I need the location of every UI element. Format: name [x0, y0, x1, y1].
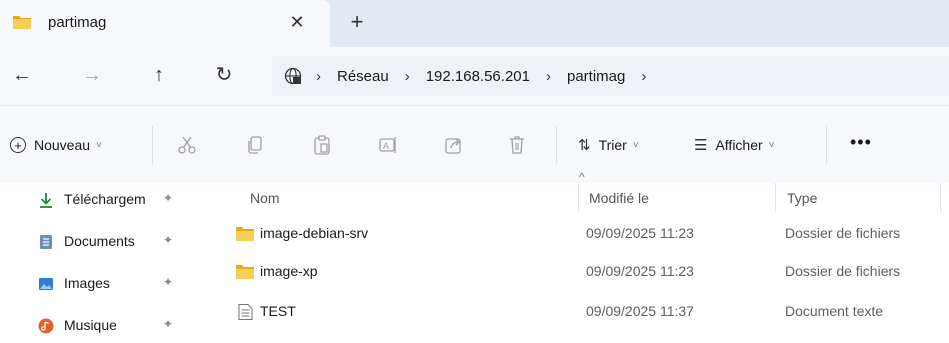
column-header-modified[interactable]: Modifié le: [589, 183, 649, 218]
new-button-label: Nouveau: [34, 137, 91, 153]
table-row[interactable]: image-debian-srv 09/09/2025 11:23 Dossie…: [205, 217, 949, 251]
breadcrumb-separator[interactable]: ›: [316, 68, 321, 85]
new-button[interactable]: + Nouveau ˅: [10, 133, 102, 157]
column-divider[interactable]: [940, 183, 941, 213]
download-icon: [40, 193, 52, 208]
close-tab-icon[interactable]: ✕: [284, 9, 310, 35]
share-icon[interactable]: [443, 134, 465, 156]
svg-text:A: A: [383, 141, 389, 151]
new-tab-button[interactable]: +: [343, 9, 371, 37]
file-type: Document texte: [785, 303, 884, 319]
file-modified: 09/09/2025 11:23: [586, 263, 694, 279]
back-arrow-icon[interactable]: ←: [8, 61, 36, 89]
breadcrumb: › Réseau › 192.168.56.201 › partimag ›: [316, 56, 662, 96]
pin-icon[interactable]: ✦: [163, 275, 173, 289]
folder-icon: [236, 227, 254, 241]
text-file-icon: [238, 304, 253, 320]
forward-arrow-icon[interactable]: →: [78, 61, 106, 89]
sidebar-item-images[interactable]: Images ✦: [0, 267, 205, 301]
delete-icon[interactable]: [506, 134, 528, 156]
toolbar-divider: [556, 126, 557, 164]
copy-icon[interactable]: [244, 134, 266, 156]
sidebar-item-label: Musique: [64, 317, 117, 333]
documents-icon: [40, 235, 52, 249]
sidebar-item-label: Téléchargem: [64, 191, 146, 207]
command-bar: + Nouveau ˅ A ⇅ Trier ˅ ☰ Afficher ˅ •••: [0, 105, 949, 184]
file-list: ^ Nom Modifié le Type image-debian-srv 0…: [205, 170, 949, 338]
breadcrumb-separator[interactable]: ›: [546, 68, 551, 85]
file-name: TEST: [260, 303, 296, 319]
music-icon: [38, 318, 54, 334]
sidebar-item-label: Documents: [64, 233, 135, 249]
refresh-icon[interactable]: ↻: [210, 61, 238, 89]
folder-icon: [13, 16, 31, 29]
file-name: image-debian-srv: [260, 225, 369, 241]
toolbar-divider: [826, 126, 827, 164]
toolbar-divider: [152, 126, 153, 164]
file-type: Dossier de fichiers: [785, 263, 901, 279]
network-globe-icon: [284, 67, 302, 85]
tab-partimag[interactable]: partimag ✕: [0, 0, 330, 47]
sidebar-item-label: Images: [64, 275, 110, 291]
up-arrow-icon[interactable]: ↑: [145, 61, 173, 89]
pin-icon[interactable]: ✦: [163, 317, 173, 331]
file-modified: 09/09/2025 11:23: [586, 225, 694, 241]
file-name: image-xp: [260, 263, 318, 279]
more-options-button[interactable]: •••: [850, 132, 872, 153]
sort-button[interactable]: ⇅ Trier ˅: [578, 134, 639, 156]
paste-icon[interactable]: [311, 134, 333, 156]
file-modified: 09/09/2025 11:37: [586, 303, 694, 319]
breadcrumb-separator[interactable]: ›: [641, 68, 646, 85]
chevron-down-icon: ˅: [768, 139, 775, 151]
breadcrumb-separator[interactable]: ›: [405, 68, 410, 85]
sidebar-item-documents[interactable]: Documents ✦: [0, 225, 205, 259]
images-icon: [39, 278, 53, 290]
sort-arrows-icon: ⇅: [578, 137, 591, 154]
folder-icon: [236, 265, 254, 279]
sort-ascending-icon: ^: [579, 170, 585, 184]
sort-button-label: Trier: [598, 137, 627, 153]
view-button-label: Afficher: [715, 137, 763, 153]
sidebar-item-downloads[interactable]: Téléchargem ✦: [0, 183, 205, 217]
breadcrumb-item-partimag[interactable]: partimag: [567, 68, 625, 85]
breadcrumb-item-host[interactable]: 192.168.56.201: [426, 68, 530, 85]
table-row[interactable]: TEST 09/09/2025 11:37 Document texte: [205, 295, 949, 329]
chevron-down-icon: ˅: [96, 139, 102, 151]
column-divider[interactable]: [578, 183, 579, 213]
view-lines-icon: ☰: [694, 137, 708, 154]
navigation-pane: Téléchargem ✦ Documents ✦ Images ✦ Musiq…: [0, 183, 205, 338]
file-type: Dossier de fichiers: [785, 225, 901, 241]
chevron-down-icon: ˅: [632, 139, 639, 151]
tab-title: partimag: [48, 14, 107, 31]
address-bar[interactable]: › Réseau › 192.168.56.201 › partimag ›: [272, 56, 949, 96]
tab-strip: partimag ✕ +: [0, 0, 949, 47]
rename-icon[interactable]: A: [377, 134, 399, 156]
plus-circle-icon: +: [10, 137, 26, 153]
breadcrumb-item-reseau[interactable]: Réseau: [337, 68, 389, 85]
column-divider[interactable]: [775, 183, 776, 213]
table-row[interactable]: image-xp 09/09/2025 11:23 Dossier de fic…: [205, 255, 949, 289]
pin-icon[interactable]: ✦: [163, 233, 173, 247]
cut-icon[interactable]: [176, 134, 198, 156]
navigation-bar: ← → ↑ ↻ › Réseau › 192.168.56.201 › part…: [0, 47, 949, 105]
view-button[interactable]: ☰ Afficher ˅: [694, 134, 775, 156]
pin-icon[interactable]: ✦: [163, 191, 173, 205]
column-header-name[interactable]: Nom: [250, 183, 280, 218]
column-header-type[interactable]: Type: [787, 183, 817, 218]
